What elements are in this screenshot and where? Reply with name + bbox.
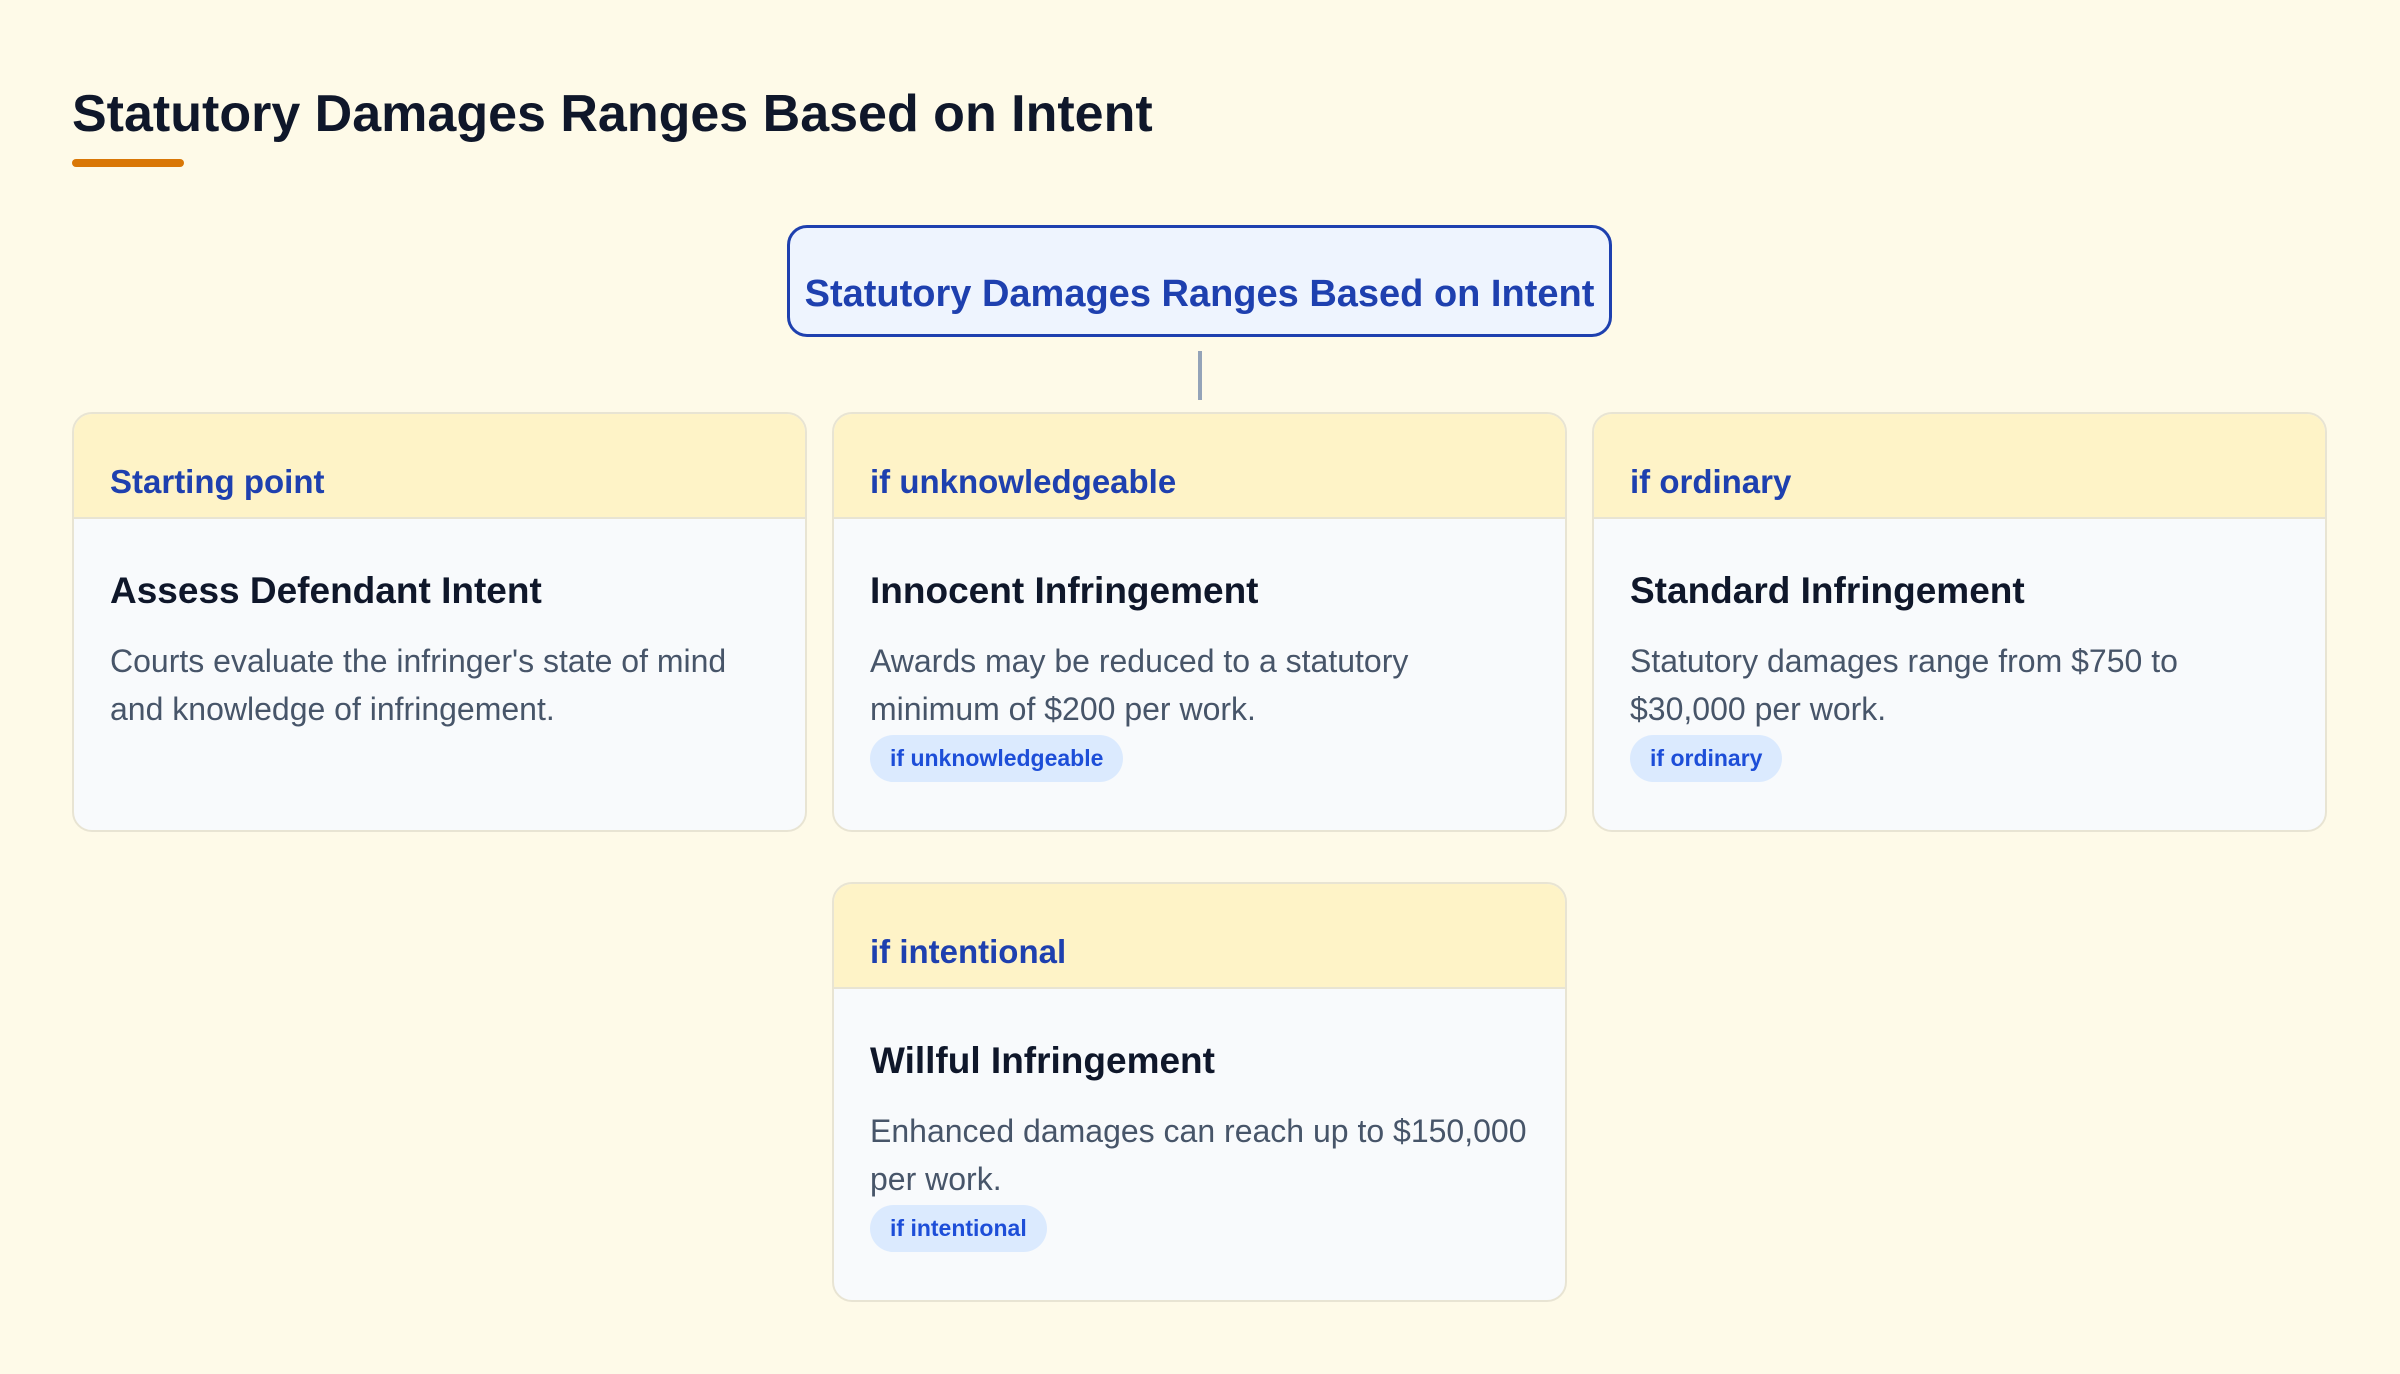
node-condition-badge: if ordinary xyxy=(1630,735,1783,782)
node-condition-label: if unknowledgeable xyxy=(870,463,1177,500)
node-description: Courts evaluate the infringer's state of… xyxy=(110,643,727,727)
root-node: Statutory Damages Ranges Based on Intent xyxy=(787,225,1612,337)
node-condition-label: if intentional xyxy=(870,933,1067,970)
node-card-assess-intent: Starting point Assess Defendant Intent C… xyxy=(72,412,807,832)
node-description: Awards may be reduced to a statutory min… xyxy=(870,643,1409,727)
node-description: Enhanced damages can reach up to $150,00… xyxy=(870,1113,1527,1197)
node-description: Statutory damages range from $750 to $30… xyxy=(1630,643,2178,727)
node-header: if intentional xyxy=(834,884,1565,989)
node-body: Standard Infringement Statutory damages … xyxy=(1594,519,2325,782)
node-heading: Innocent Infringement xyxy=(870,570,1259,611)
node-card-innocent-infringement: if unknowledgeable Innocent Infringement… xyxy=(832,412,1567,832)
node-card-willful-infringement: if intentional Willful Infringement Enha… xyxy=(832,882,1567,1302)
node-condition-badge: if unknowledgeable xyxy=(870,735,1124,782)
node-header: if ordinary xyxy=(1594,414,2325,519)
root-connector-line xyxy=(1198,351,1202,400)
root-node-label: Statutory Damages Ranges Based on Intent xyxy=(804,272,1595,315)
title-underline xyxy=(72,159,184,167)
node-header: if unknowledgeable xyxy=(834,414,1565,519)
node-header: Starting point xyxy=(74,414,805,519)
node-body: Willful Infringement Enhanced damages ca… xyxy=(834,989,1565,1252)
node-body: Assess Defendant Intent Courts evaluate … xyxy=(74,519,805,733)
node-condition-badge: if intentional xyxy=(870,1205,1047,1252)
node-card-standard-infringement: if ordinary Standard Infringement Statut… xyxy=(1592,412,2327,832)
node-heading: Willful Infringement xyxy=(870,1040,1215,1081)
node-body: Innocent Infringement Awards may be redu… xyxy=(834,519,1565,782)
page-title: Statutory Damages Ranges Based on Intent xyxy=(72,85,1153,143)
node-heading: Assess Defendant Intent xyxy=(110,570,542,611)
node-condition-label: Starting point xyxy=(110,463,325,500)
node-condition-label: if ordinary xyxy=(1630,463,1792,500)
node-heading: Standard Infringement xyxy=(1630,570,2025,611)
